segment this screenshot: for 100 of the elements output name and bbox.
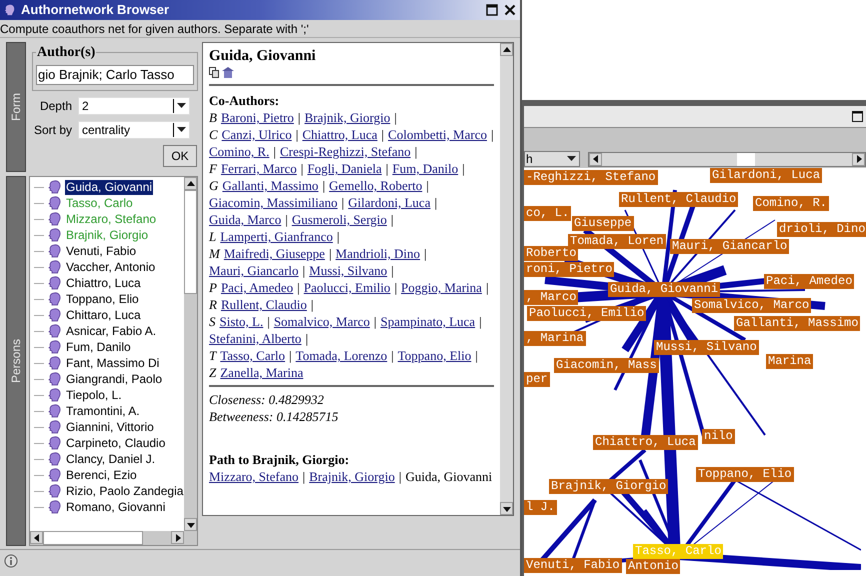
node-label[interactable]: drioli, Dino — [777, 222, 866, 237]
node-label[interactable]: co, L. — [524, 206, 572, 221]
node-label[interactable]: Mussi, Silvano — [654, 340, 759, 355]
coauthor-link[interactable]: Crespi-Reghizzi, Stefano — [280, 143, 411, 160]
coauthor-link[interactable]: Somalvico, Marco — [274, 313, 370, 330]
coauthor-link[interactable]: Giacomin, Massimiliano — [209, 194, 338, 211]
coauthor-link[interactable]: Poggio, Marina — [401, 279, 482, 296]
person-item[interactable]: Tramontini, A. — [65, 404, 141, 418]
scroll-arrow-button[interactable] — [184, 518, 198, 531]
node-label[interactable]: Brajnik, Giorgio — [549, 479, 668, 494]
coauthor-link[interactable]: Gallanti, Massimo — [222, 177, 318, 194]
horizontal-scrollbar[interactable] — [30, 531, 198, 545]
node-label[interactable]: Comino, R. — [753, 196, 830, 211]
node-label[interactable]: Paci, Amedeo — [764, 274, 854, 289]
coauthor-link[interactable]: Chiattro, Luca — [302, 126, 378, 143]
coauthor-link[interactable]: Mauri, Giancarlo — [209, 262, 299, 279]
scroll-arrow-button[interactable] — [500, 43, 513, 56]
person-item[interactable]: Guida, Giovanni — [65, 180, 154, 194]
maximize-icon[interactable] — [852, 111, 863, 122]
node-label[interactable]: nilo — [702, 429, 735, 444]
copy-icon[interactable] — [209, 67, 219, 78]
coauthor-link[interactable]: Fum, Danilo — [392, 160, 458, 177]
depth-dropdown[interactable]: 2 — [78, 97, 190, 115]
node-label[interactable]: Rullent, Claudio — [619, 192, 738, 207]
node-label[interactable]: -Reghizzi, Stefano — [524, 170, 658, 185]
person-item[interactable]: Giangrandi, Paolo — [65, 372, 164, 386]
scroll-thumb[interactable] — [43, 531, 143, 545]
coauthor-link[interactable]: Colombetti, Marco — [388, 126, 487, 143]
node-label[interactable]: Guida, Giovanni — [608, 282, 720, 297]
vertical-scrollbar[interactable] — [184, 177, 198, 531]
node-label[interactable]: Roberto — [524, 246, 578, 261]
coauthor-link[interactable]: Tasso, Carlo — [220, 347, 286, 364]
coauthor-link[interactable]: Mussi, Silvano — [309, 262, 388, 279]
person-item[interactable]: Vaccher, Antonio — [65, 260, 156, 274]
coauthor-link[interactable]: Mandrioli, Dino — [336, 245, 420, 262]
coauthor-link[interactable]: Brajnik, Giorgio — [304, 109, 390, 126]
scroll-arrow-button[interactable] — [500, 502, 513, 515]
person-item[interactable]: Fum, Danilo — [65, 340, 132, 354]
scroll-arrow-button[interactable] — [171, 531, 184, 544]
coauthor-link[interactable]: Zanella, Marina — [220, 364, 304, 381]
coauthor-link[interactable]: Fogli, Daniela — [307, 160, 382, 177]
node-label[interactable]: Giacomin, Mass — [554, 358, 659, 373]
scroll-arrow-button[interactable] — [184, 177, 198, 190]
node-label[interactable]: Giuseppe — [572, 216, 634, 231]
person-item[interactable]: Tiepolo, L. — [65, 388, 123, 402]
person-item[interactable]: Chiattro, Luca — [65, 276, 142, 290]
coauthor-link[interactable]: Stefanini, Alberto — [209, 330, 302, 347]
node-label[interactable]: Chiattro, Luca — [593, 435, 698, 450]
vertical-tab[interactable]: Persons — [6, 176, 26, 546]
authors-input[interactable]: gio Brajnik; Carlo Tasso — [36, 64, 194, 84]
horizontal-scrollbar[interactable] — [588, 152, 866, 166]
node-label[interactable]: Somalvico, Marco — [692, 298, 812, 313]
node-label[interactable]: Paolucci, Emilio — [527, 306, 646, 321]
coauthor-link[interactable]: Spampinato, Luca — [380, 313, 476, 330]
node-label[interactable]: Mauri, Giancarlo — [670, 239, 790, 254]
person-item[interactable]: Fant, Massimo Di — [65, 356, 160, 370]
coauthor-link[interactable]: Toppano, Elio — [398, 347, 472, 364]
node-label[interactable]: per — [524, 372, 550, 387]
path-link[interactable]: Mizzaro, Stefano — [209, 468, 299, 485]
person-item[interactable]: Rizio, Paolo Zandegia — [65, 484, 184, 498]
scroll-arrow-button[interactable] — [30, 531, 43, 544]
node-label[interactable]: Tomada, Loren — [568, 234, 666, 249]
scroll-thumb[interactable] — [737, 152, 755, 166]
vertical-scrollbar[interactable] — [500, 43, 513, 515]
person-item[interactable]: Clancy, Daniel J. — [65, 452, 156, 466]
coauthor-link[interactable]: Maifredi, Giuseppe — [224, 245, 325, 262]
node-label[interactable]: Gallanti, Massimo — [734, 316, 860, 331]
node-label[interactable]: Toppano, Elio — [696, 467, 794, 482]
node-label[interactable]: roni, Pietro — [524, 262, 614, 277]
person-item[interactable]: Berenci, Ezio — [65, 468, 138, 482]
person-item[interactable]: Romano, Giovanni — [65, 500, 166, 514]
coauthor-link[interactable]: Paci, Amedeo — [220, 279, 294, 296]
scroll-arrow-button[interactable] — [852, 152, 865, 166]
coauthor-link[interactable]: Lamperti, Gianfranco — [220, 228, 333, 245]
vertical-tab[interactable]: Form — [6, 42, 26, 172]
maximize-icon[interactable] — [486, 4, 498, 16]
node-label[interactable]: Antonio — [626, 559, 680, 574]
person-item[interactable]: Toppano, Elio — [65, 292, 140, 306]
person-item[interactable]: Tasso, Carlo — [65, 196, 134, 210]
person-item[interactable]: Carpineto, Claudio — [65, 436, 166, 450]
person-item[interactable]: Giannini, Vittorio — [65, 420, 155, 434]
coauthor-link[interactable]: Rullent, Claudio — [220, 296, 307, 313]
coauthor-link[interactable]: Gemello, Roberto — [329, 177, 422, 194]
node-label[interactable]: Gilardoni, Luca — [710, 168, 822, 183]
scroll-arrow-button[interactable] — [589, 152, 602, 166]
ok-button[interactable]: OK — [163, 145, 197, 167]
node-label[interactable]: Marina — [766, 354, 814, 369]
coauthor-link[interactable]: Gusmeroli, Sergio — [292, 211, 387, 228]
node-label[interactable]: , Marco — [524, 290, 578, 305]
person-item[interactable]: Asnicar, Fabio A. — [65, 324, 158, 338]
coauthor-link[interactable]: Ferrari, Marco — [220, 160, 297, 177]
node-label[interactable]: Venuti, Fabio — [524, 558, 622, 573]
coauthor-link[interactable]: Gilardoni, Luca — [348, 194, 430, 211]
coauthor-link[interactable]: Baroni, Pietro — [220, 109, 294, 126]
scroll-thumb[interactable] — [184, 190, 198, 294]
sort-dropdown[interactable]: centrality — [78, 121, 190, 139]
view-dropdown[interactable]: h — [524, 151, 580, 167]
person-item[interactable]: Brajnik, Giorgio — [65, 228, 150, 242]
coauthor-link[interactable]: Paolucci, Emilio — [304, 279, 390, 296]
coauthor-link[interactable]: Comino, R. — [209, 143, 270, 160]
